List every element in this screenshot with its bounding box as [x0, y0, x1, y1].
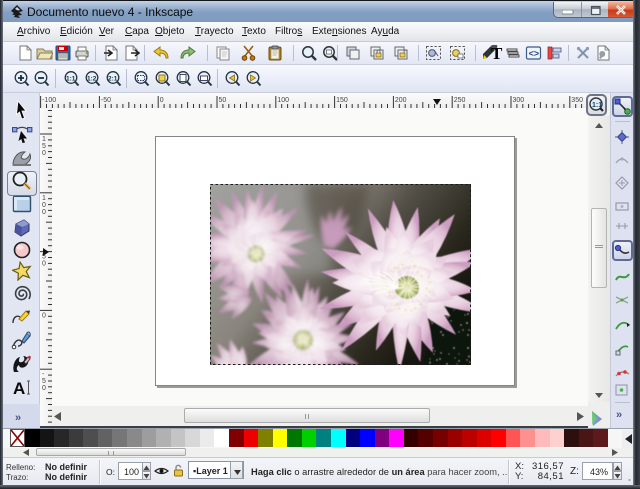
- svg-text:-100: -100: [42, 97, 56, 104]
- svg-text:-50: -50: [101, 97, 111, 104]
- svg-text:0: 0: [160, 97, 164, 104]
- svg-text:T: T: [491, 45, 503, 61]
- svg-text:0: 0: [42, 150, 46, 157]
- svg-text:2:1: 2:1: [108, 76, 118, 83]
- svg-text:0: 0: [42, 202, 46, 209]
- svg-text:<>: <>: [529, 49, 540, 59]
- svg-text:350: 350: [571, 97, 583, 104]
- svg-text:0: 0: [42, 209, 46, 216]
- svg-text:0: 0: [42, 312, 46, 319]
- svg-text:1:1: 1:1: [66, 76, 76, 83]
- svg-text:50: 50: [219, 97, 227, 104]
- svg-text:150: 150: [336, 97, 348, 104]
- svg-text:300: 300: [513, 97, 525, 104]
- svg-text:250: 250: [454, 97, 466, 104]
- svg-text:A: A: [13, 379, 25, 398]
- svg-text:1:2: 1:2: [87, 76, 97, 83]
- svg-text:0: 0: [42, 385, 46, 392]
- svg-text:100: 100: [277, 97, 289, 104]
- svg-text:0: 0: [42, 261, 46, 268]
- svg-text:1: 1: [42, 136, 46, 143]
- svg-text:5: 5: [42, 143, 46, 150]
- svg-text:5: 5: [42, 378, 46, 385]
- svg-text:-: -: [42, 371, 45, 378]
- svg-text:200: 200: [395, 97, 407, 104]
- svg-text:1: 1: [42, 195, 46, 202]
